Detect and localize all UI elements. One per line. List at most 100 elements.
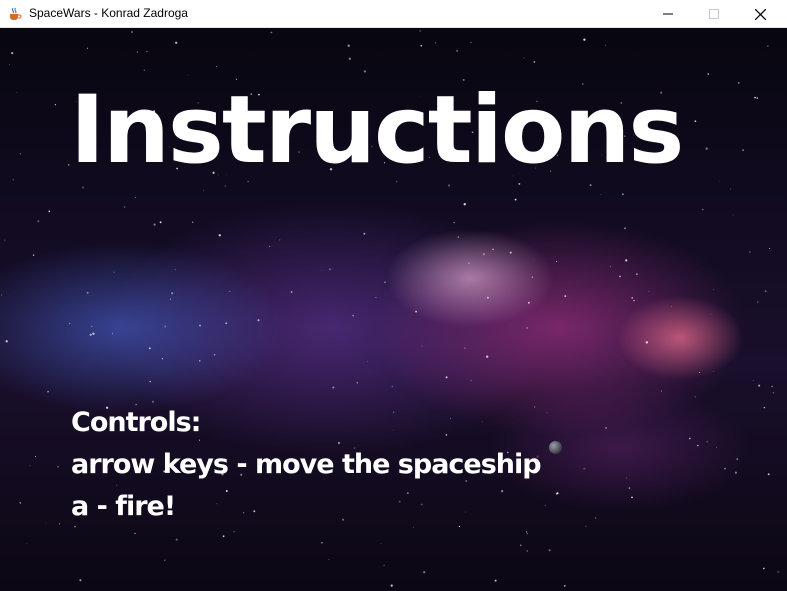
star	[420, 44, 423, 47]
star	[163, 559, 166, 562]
star	[19, 153, 22, 155]
star	[375, 297, 377, 298]
star	[457, 236, 460, 238]
star	[153, 223, 156, 226]
star	[697, 444, 699, 447]
star	[48, 210, 51, 213]
star	[689, 437, 691, 440]
star	[734, 471, 738, 474]
star	[605, 44, 606, 46]
window-title: SpaceWars - Konrad Zadroga	[29, 6, 188, 20]
star	[86, 291, 89, 294]
star	[533, 61, 536, 63]
star	[595, 517, 597, 519]
star	[526, 533, 528, 535]
star	[605, 426, 607, 429]
star	[321, 269, 323, 271]
star	[621, 193, 624, 196]
instructions-heading: Instructions	[70, 76, 684, 185]
star	[707, 73, 709, 75]
star	[134, 533, 136, 535]
star	[54, 104, 56, 106]
star	[671, 305, 673, 307]
star	[749, 251, 751, 253]
star	[37, 220, 40, 223]
star	[348, 57, 351, 60]
star	[736, 458, 739, 461]
star	[203, 189, 204, 191]
star	[191, 221, 194, 223]
star	[435, 42, 437, 44]
minimize-icon	[663, 13, 673, 15]
star	[169, 298, 172, 300]
star	[86, 47, 88, 49]
star	[58, 523, 61, 525]
maximize-icon	[709, 9, 719, 19]
star	[531, 276, 533, 278]
star	[528, 301, 530, 304]
planet	[549, 441, 562, 454]
star	[321, 541, 323, 544]
star	[694, 120, 697, 123]
star	[164, 325, 167, 328]
star	[492, 248, 494, 251]
star	[564, 295, 567, 298]
star	[486, 296, 489, 299]
minimize-button[interactable]	[645, 0, 691, 28]
star	[148, 347, 151, 350]
star	[463, 347, 466, 349]
star	[453, 221, 455, 224]
star	[544, 505, 546, 507]
star	[222, 535, 225, 538]
star	[463, 203, 466, 206]
star	[494, 579, 497, 582]
star	[526, 550, 528, 552]
star	[363, 232, 366, 235]
star	[625, 259, 628, 262]
star	[347, 44, 350, 47]
star	[229, 290, 231, 292]
star	[716, 447, 717, 448]
star	[233, 530, 235, 533]
star	[380, 543, 382, 545]
star	[757, 301, 759, 303]
star	[631, 297, 633, 299]
star	[19, 502, 21, 504]
star	[752, 380, 754, 382]
star	[149, 380, 151, 383]
star	[631, 496, 633, 499]
star	[47, 390, 50, 393]
star	[225, 322, 228, 325]
star	[624, 227, 626, 230]
star	[113, 271, 115, 274]
star	[724, 468, 726, 470]
game-canvas[interactable]: Instructions Controls: arrow keys - move…	[0, 28, 787, 591]
star	[279, 239, 281, 241]
star	[756, 97, 759, 99]
controls-label: Controls:	[71, 407, 201, 438]
star	[754, 96, 756, 99]
star	[174, 269, 176, 271]
star	[719, 180, 720, 182]
star	[514, 198, 517, 201]
star	[628, 487, 631, 489]
star	[706, 440, 708, 443]
star	[218, 234, 221, 237]
star	[732, 214, 734, 216]
star	[468, 262, 470, 264]
star	[583, 467, 586, 470]
star	[356, 381, 359, 384]
star	[610, 265, 611, 267]
maximize-button[interactable]	[691, 0, 737, 28]
star	[257, 319, 260, 322]
star	[79, 579, 82, 582]
star	[198, 360, 201, 362]
close-button[interactable]	[737, 0, 783, 28]
star	[367, 360, 368, 362]
star	[729, 188, 731, 190]
star	[390, 584, 393, 587]
star	[712, 289, 714, 290]
star	[482, 253, 485, 256]
star	[91, 325, 93, 328]
star	[290, 291, 293, 293]
